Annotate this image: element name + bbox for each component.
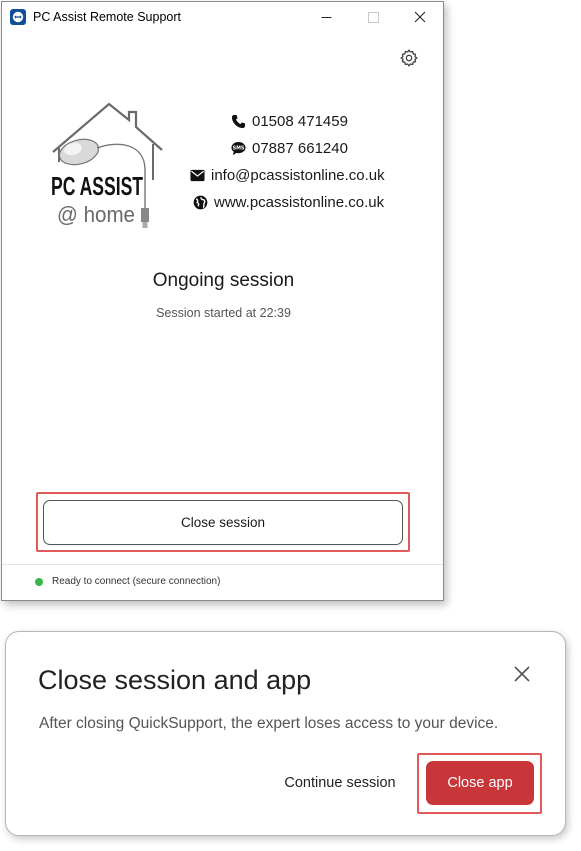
title-bar: PC Assist Remote Support (2, 2, 443, 32)
contact-sms: SMS 07887 661240 (230, 140, 348, 157)
contact-phone: 01508 471459 (230, 113, 348, 130)
close-session-dialog: Close session and app After closing Quic… (5, 631, 566, 836)
phone-number: 01508 471459 (252, 113, 348, 130)
close-window-button[interactable] (397, 2, 443, 32)
logo-text-line2: @ home (57, 202, 135, 227)
logo-text-line1: PC ASSIST (51, 171, 143, 201)
gear-icon[interactable] (399, 48, 419, 68)
session-status-title: Ongoing session (152, 270, 295, 291)
dialog-title: Close session and app (38, 665, 312, 695)
footer-divider (2, 564, 443, 565)
app-icon (10, 9, 26, 25)
phone-icon (230, 114, 246, 130)
window-title: PC Assist Remote Support (33, 10, 181, 24)
maximize-button[interactable] (350, 2, 396, 32)
sms-number: 07887 661240 (252, 140, 348, 157)
contact-website[interactable]: www.pcassistonline.co.uk (192, 194, 384, 211)
globe-icon (192, 195, 208, 211)
sms-icon: SMS (230, 141, 246, 157)
continue-session-button[interactable]: Continue session (276, 769, 404, 797)
remote-support-window: PC Assist Remote Support PC ASSIST @ hom… (1, 1, 444, 601)
close-app-button[interactable]: Close app (426, 761, 534, 805)
dialog-message: After closing QuickSupport, the expert l… (39, 715, 499, 732)
contact-email[interactable]: info@pcassistonline.co.uk (189, 167, 385, 184)
connection-status-text: Ready to connect (secure connection) (52, 576, 221, 587)
status-indicator-dot (35, 578, 43, 586)
close-icon[interactable] (512, 664, 534, 686)
close-session-button[interactable]: Close session (43, 500, 403, 545)
email-address: info@pcassistonline.co.uk (211, 167, 385, 184)
website-url: www.pcassistonline.co.uk (214, 194, 385, 211)
svg-text:SMS: SMS (232, 146, 244, 152)
pc-assist-logo: PC ASSIST @ home (49, 100, 164, 235)
session-start-time: Session started at 22:39 (156, 306, 291, 320)
envelope-icon (189, 168, 205, 184)
minimize-button[interactable] (303, 2, 349, 32)
